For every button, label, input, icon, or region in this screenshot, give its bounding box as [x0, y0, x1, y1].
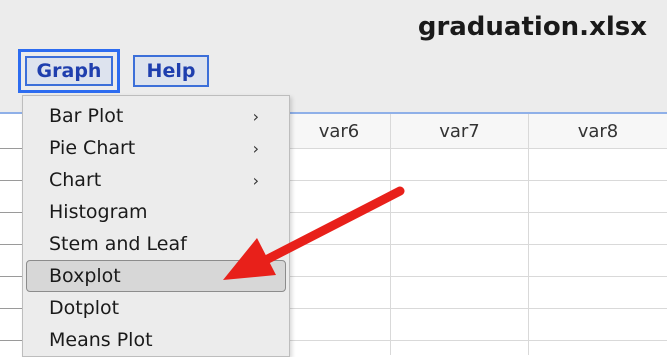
submenu-chevron-icon: ›: [252, 106, 259, 126]
row-divider: [0, 276, 22, 277]
graph-dropdown-menu: Bar Plot › Pie Chart › Chart › Histogram…: [22, 95, 290, 357]
menu-item-label: Pie Chart: [49, 137, 136, 159]
column-header-var8[interactable]: var8: [529, 114, 667, 148]
row-divider: [0, 212, 22, 213]
menu-item-label: Dotplot: [49, 297, 120, 319]
menu-item-dotplot[interactable]: Dotplot: [23, 292, 289, 324]
help-menu-button[interactable]: Help: [133, 55, 209, 87]
menu-item-histogram[interactable]: Histogram: [23, 196, 289, 228]
graph-menu-label: Graph: [36, 60, 102, 82]
menu-item-label: Stem and Leaf: [49, 233, 187, 255]
menu-item-boxplot[interactable]: Boxplot: [26, 260, 286, 292]
menu-item-means-plot[interactable]: Means Plot: [23, 324, 289, 356]
column-header-label: var8: [577, 120, 619, 142]
submenu-chevron-icon: ›: [252, 138, 259, 158]
column-header-var7[interactable]: var7: [391, 114, 528, 148]
menu-item-label: Boxplot: [49, 265, 121, 287]
menu-item-label: Histogram: [49, 201, 148, 223]
menu-item-chart[interactable]: Chart ›: [23, 164, 289, 196]
menu-item-label: Means Plot: [49, 329, 153, 351]
menu-item-pie-chart[interactable]: Pie Chart ›: [23, 132, 289, 164]
menu-item-bar-plot[interactable]: Bar Plot ›: [23, 100, 289, 132]
menu-item-stem-and-leaf[interactable]: Stem and Leaf: [23, 228, 289, 260]
column-header-label: var7: [439, 120, 480, 142]
graph-menu-button[interactable]: Graph: [18, 49, 120, 93]
submenu-chevron-icon: ›: [252, 170, 259, 190]
file-title: graduation.xlsx: [417, 12, 647, 42]
row-divider: [0, 180, 22, 181]
column-header-label: var6: [318, 120, 360, 142]
menu-item-label: Bar Plot: [49, 105, 124, 127]
help-menu-label: Help: [146, 60, 196, 82]
column-header-var6[interactable]: var6: [288, 114, 390, 148]
row-divider: [0, 308, 22, 309]
row-divider: [0, 340, 22, 341]
menu-item-label: Chart: [49, 169, 102, 191]
row-divider: [0, 148, 22, 149]
row-divider: [0, 244, 22, 245]
